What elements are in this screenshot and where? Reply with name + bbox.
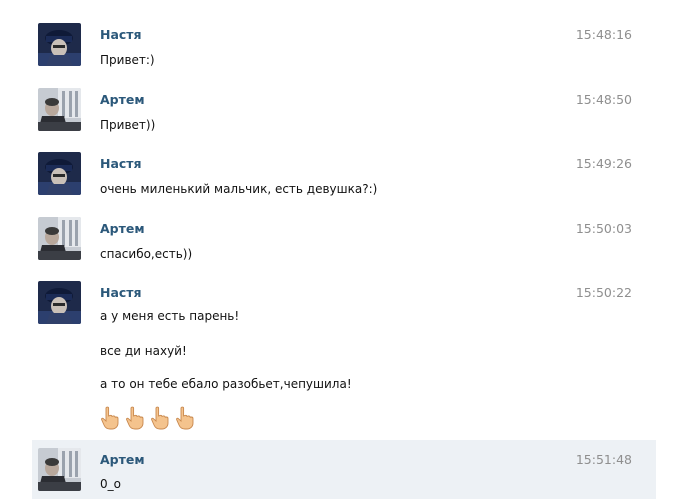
message-author[interactable]: Артем — [100, 452, 145, 467]
message-text: Привет)) — [100, 118, 156, 132]
message-text: спасибо,есть)) — [100, 247, 193, 261]
message-text: а у меня есть парень! — [100, 309, 240, 323]
message-author[interactable]: Настя — [100, 156, 142, 171]
avatar[interactable] — [38, 152, 81, 195]
message-text: 0_о — [100, 477, 121, 491]
pointing-hand-icon — [175, 406, 195, 430]
emoji-row — [100, 406, 195, 430]
message-feed: Настя 15:48:16 Привет:) Артем 15:48:50 П… — [0, 0, 700, 499]
avatar[interactable] — [38, 23, 81, 66]
message-time: 15:48:50 — [575, 92, 632, 107]
message-author[interactable]: Настя — [100, 27, 142, 42]
pointing-hand-icon — [125, 406, 145, 430]
message-item: Настя 15:49:26 очень миленький мальчик, … — [32, 148, 656, 202]
pointing-hand-icon — [100, 406, 120, 430]
avatar[interactable] — [38, 217, 81, 260]
message-item: Артем 15:48:50 Привет)) — [32, 84, 656, 138]
avatar[interactable] — [38, 88, 81, 131]
avatar[interactable] — [38, 281, 81, 324]
message-time: 15:48:16 — [575, 27, 632, 42]
message-text: а то он тебе ебало разобьет,чепушила! — [100, 377, 352, 391]
message-time: 15:49:26 — [575, 156, 632, 171]
message-item: Артем 15:50:03 спасибо,есть)) — [32, 213, 656, 267]
message-author[interactable]: Настя — [100, 285, 142, 300]
pointing-hand-icon — [150, 406, 170, 430]
message-time: 15:50:22 — [575, 285, 632, 300]
message-item-highlighted: Артем 15:51:48 0_о — [32, 440, 656, 499]
message-item: Настя 15:48:16 Привет:) — [32, 19, 656, 73]
message-text: очень миленький мальчик, есть девушка?:) — [100, 182, 378, 196]
message-item: Настя 15:50:22 а у меня есть парень! все… — [32, 277, 656, 435]
message-author[interactable]: Артем — [100, 221, 145, 236]
message-time: 15:51:48 — [575, 452, 632, 467]
message-text: Привет:) — [100, 53, 155, 67]
message-author[interactable]: Артем — [100, 92, 145, 107]
avatar[interactable] — [38, 448, 81, 491]
message-time: 15:50:03 — [575, 221, 632, 236]
message-text: все ди нахуй! — [100, 344, 187, 358]
